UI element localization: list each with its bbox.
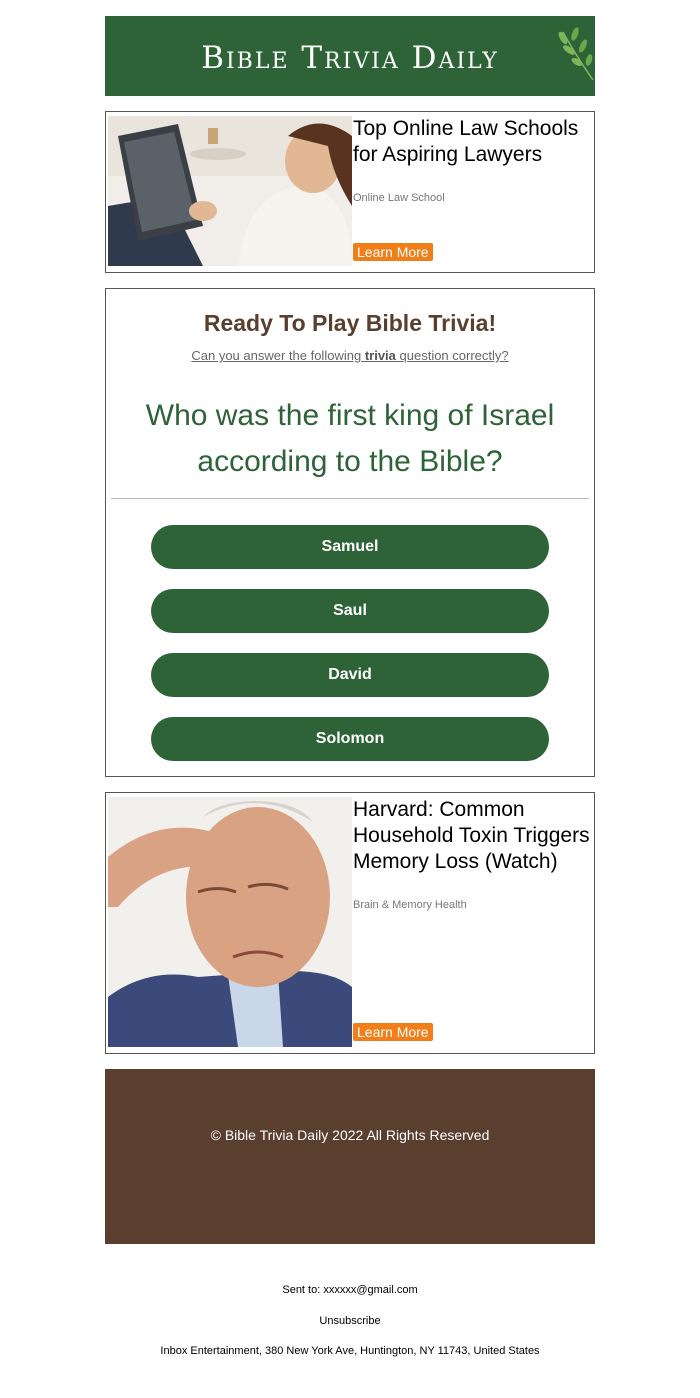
learn-more-button[interactable]: Learn More	[353, 1023, 433, 1041]
quiz-subtitle[interactable]: Can you answer the following trivia ques…	[106, 348, 594, 363]
ad-source: Online Law School	[353, 192, 445, 204]
answer-button-solomon[interactable]: Solomon	[151, 717, 549, 761]
divider	[111, 498, 589, 499]
footer-banner: © Bible Trivia Daily 2022 All Rights Res…	[105, 1069, 595, 1244]
subtitle-bold: trivia	[364, 348, 396, 363]
quiz-title: Ready To Play Bible Trivia!	[203, 310, 497, 336]
postal-address: Inbox Entertainment, 380 New York Ave, H…	[160, 1345, 540, 1357]
sent-to-text: Sent to: xxxxxx@gmail.com	[282, 1284, 418, 1296]
olive-branch-icon	[558, 27, 594, 81]
unsubscribe-link[interactable]: Unsubscribe	[0, 1315, 700, 1327]
answer-button-david[interactable]: David	[151, 653, 549, 697]
ad-card-memory-loss[interactable]: Harvard: Common Household Toxin Triggers…	[105, 792, 595, 1054]
logo-text[interactable]: Bible Trivia Daily	[201, 40, 499, 76]
question-text: Who was the first king of Israel accordi…	[145, 399, 555, 478]
subtitle-pre: Can you answer the following	[191, 348, 362, 363]
ad-card-law-schools[interactable]: Top Online Law Schools for Aspiring Lawy…	[105, 111, 595, 273]
copyright-text: © Bible Trivia Daily 2022 All Rights Res…	[210, 1127, 490, 1143]
learn-more-button[interactable]: Learn More	[353, 243, 433, 261]
ad-title[interactable]: Top Online Law Schools for Aspiring Lawy…	[353, 116, 593, 168]
ad-title[interactable]: Harvard: Common Household Toxin Triggers…	[353, 797, 593, 875]
ad-source: Brain & Memory Health	[353, 899, 467, 911]
answer-button-saul[interactable]: Saul	[151, 589, 549, 633]
answer-button-samuel[interactable]: Samuel	[151, 525, 549, 569]
subtitle-post: question correctly?	[399, 348, 509, 363]
header-banner: Bible Trivia Daily	[105, 16, 595, 96]
ad-image-woman-laptop[interactable]	[108, 116, 352, 266]
trivia-card: Ready To Play Bible Trivia! Can you answ…	[105, 288, 595, 777]
ad-image-older-man[interactable]	[108, 797, 352, 1047]
